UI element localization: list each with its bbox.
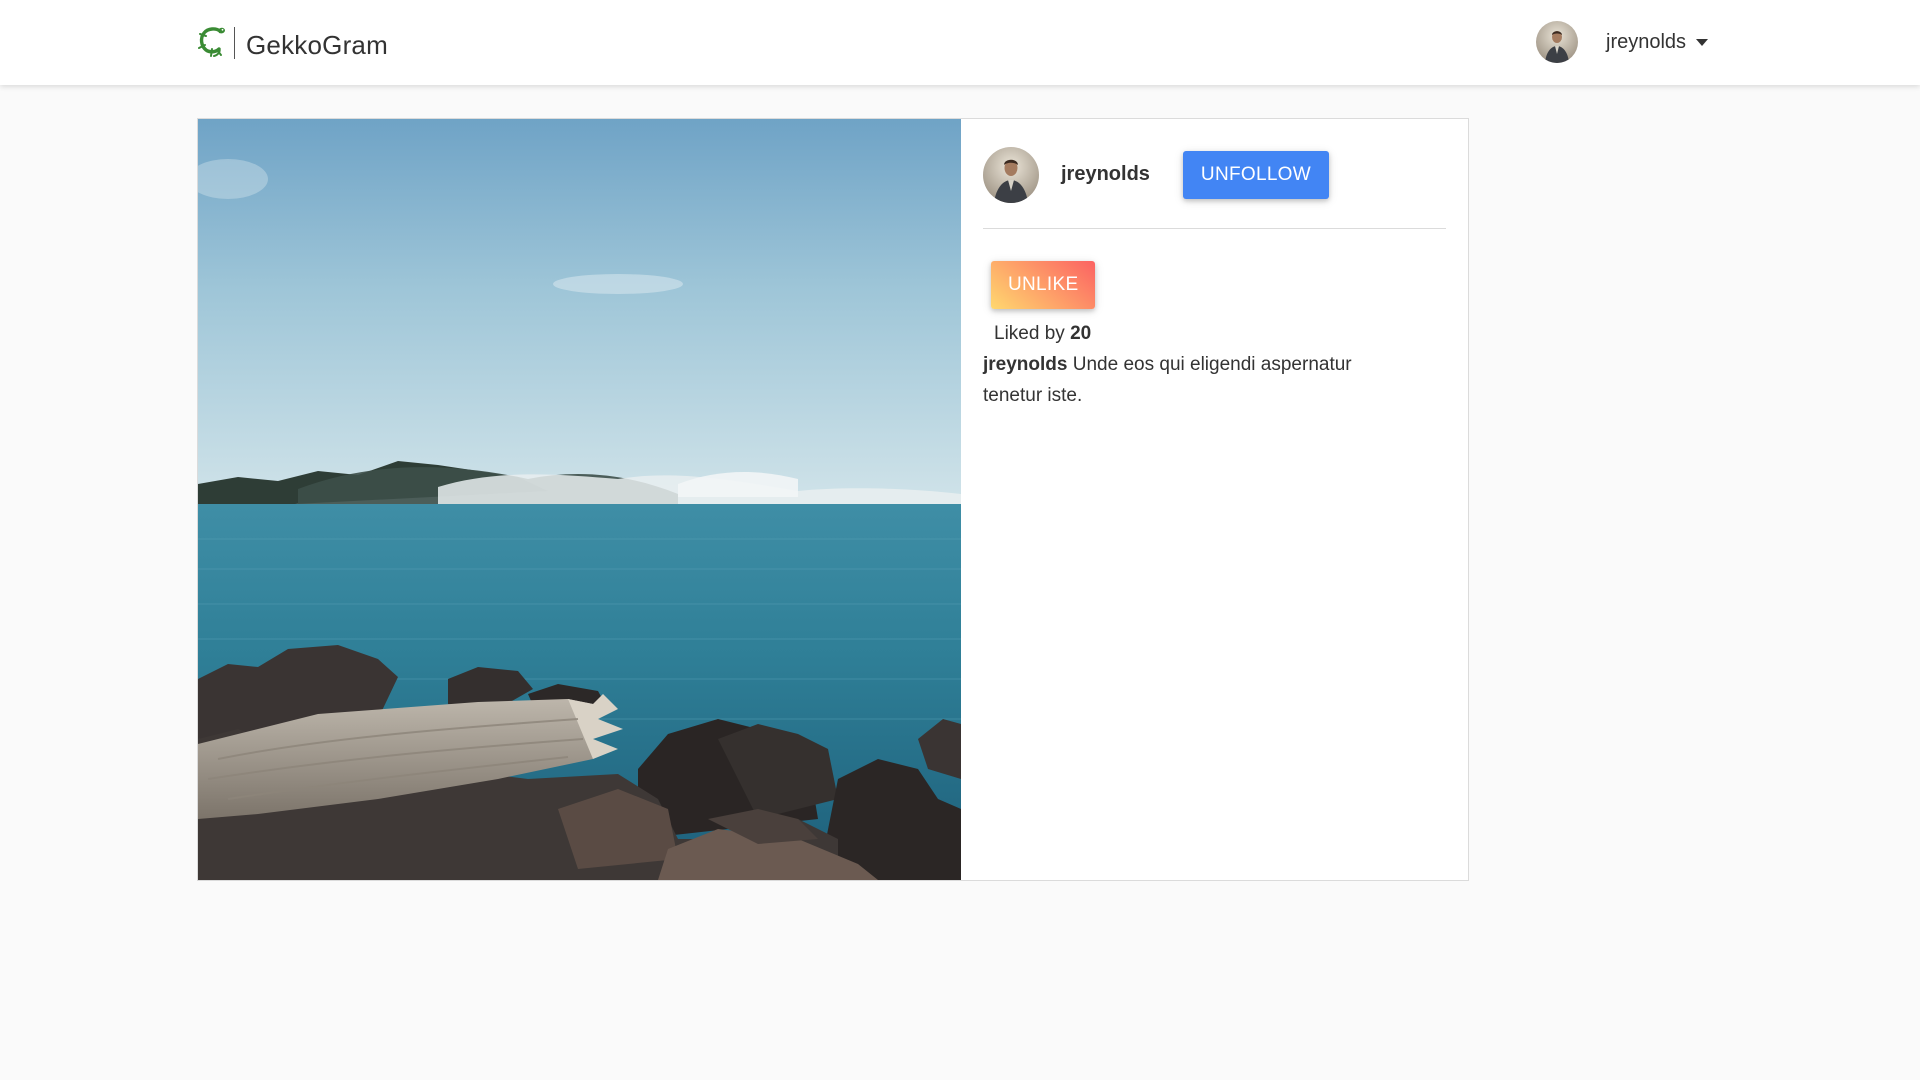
post-actions: UNLIKE (983, 229, 1446, 309)
unfollow-button[interactable]: UNFOLLOW (1182, 150, 1329, 199)
brand-divider (234, 27, 235, 59)
post-card: jreynolds UNFOLLOW UNLIKE Liked by 20 jr… (197, 118, 1469, 881)
top-navbar: GekkoGram jreynolds (0, 0, 1920, 85)
likes-summary: Liked by 20 (983, 323, 1446, 345)
likes-count: 20 (1070, 323, 1092, 344)
user-menu-dropdown[interactable]: jreynolds (1536, 21, 1709, 63)
brand-link[interactable]: GekkoGram (196, 24, 388, 62)
post-image[interactable] (198, 119, 961, 880)
caret-down-icon (1696, 38, 1709, 46)
post-author-username[interactable]: jreynolds (1061, 163, 1150, 186)
nav-username: jreynolds (1606, 30, 1687, 53)
unlike-button[interactable]: UNLIKE (991, 261, 1096, 309)
caption-username[interactable]: jreynolds (983, 354, 1067, 375)
avatar (1536, 21, 1578, 63)
post-caption: jreynolds Unde eos qui eligendi aspernat… (983, 349, 1413, 411)
brand-name: GekkoGram (246, 30, 388, 60)
post-header: jreynolds UNFOLLOW (983, 119, 1446, 229)
liked-by-label: Liked by (994, 323, 1065, 344)
gecko-icon (198, 27, 225, 57)
post-details: jreynolds UNFOLLOW UNLIKE Liked by 20 jr… (961, 119, 1468, 880)
avatar[interactable] (983, 146, 1039, 203)
